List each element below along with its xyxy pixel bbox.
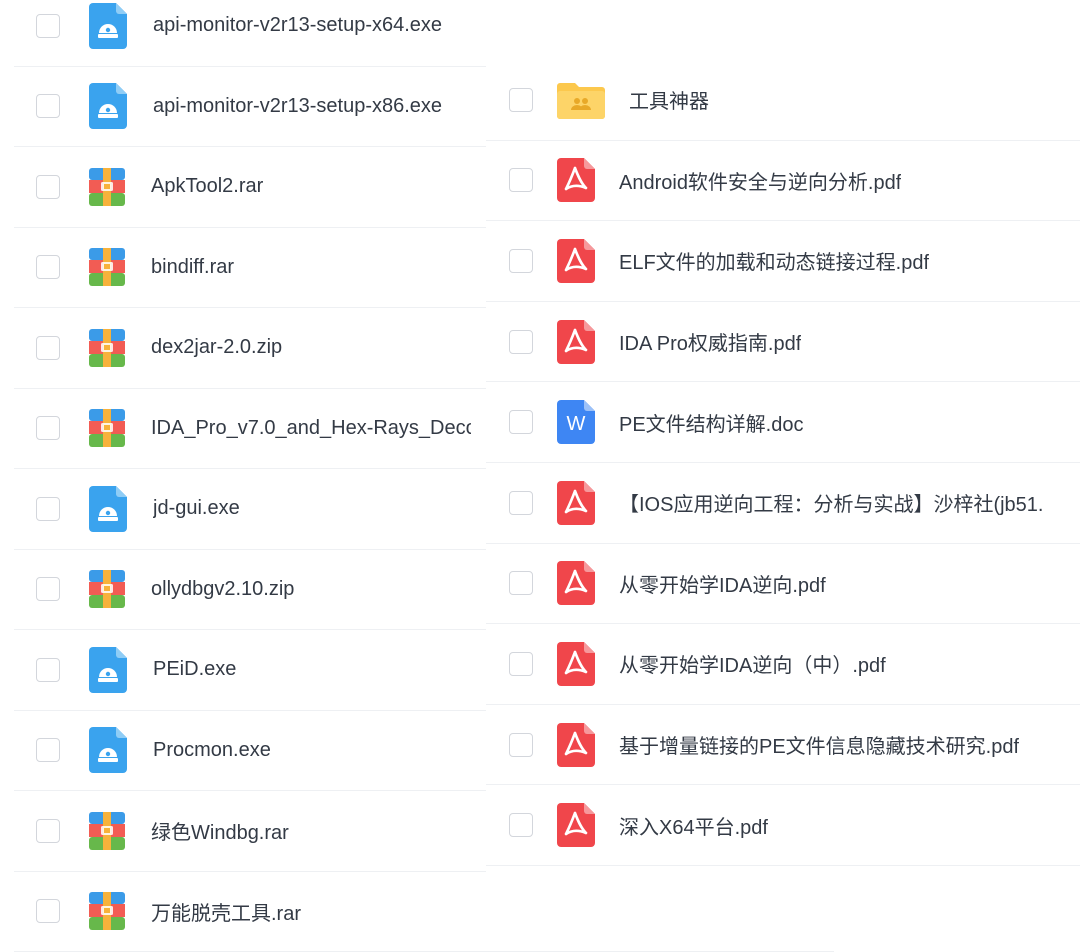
- row-checkbox[interactable]: [36, 899, 60, 923]
- row-checkbox[interactable]: [509, 168, 533, 192]
- file-name[interactable]: 从零开始学IDA逆向.pdf: [619, 569, 826, 598]
- file-name[interactable]: 【IOS应用逆向工程：分析与实战】沙梓社(jb51.: [619, 488, 1043, 517]
- file-name[interactable]: IDA_Pro_v7.0_and_Hex-Rays_Decompiler: [151, 417, 471, 440]
- file-name[interactable]: jd-gui.exe: [153, 497, 240, 520]
- file-name[interactable]: PEiD.exe: [153, 658, 236, 681]
- row-checkbox[interactable]: [36, 497, 60, 521]
- pdf-icon: [557, 561, 595, 605]
- shared-folder-icon: [557, 81, 605, 119]
- file-row[interactable]: 基于增量链接的PE文件信息隐藏技术研究.pdf: [486, 705, 1080, 786]
- archive-icon: [89, 329, 125, 367]
- file-name[interactable]: 绿色Windbg.rar: [151, 816, 289, 845]
- file-name[interactable]: 万能脱壳工具.rar: [151, 897, 301, 926]
- pdf-icon: [557, 158, 595, 202]
- archive-icon: [89, 168, 125, 206]
- right-file-list: 工具神器 Android软件安全与逆向分析.pdf ELF文件的加载和动态链接过…: [486, 60, 1080, 942]
- row-checkbox[interactable]: [509, 491, 533, 515]
- row-checkbox[interactable]: [509, 249, 533, 273]
- exe-installer-icon: [89, 647, 127, 693]
- file-row[interactable]: 从零开始学IDA逆向（中）.pdf: [486, 624, 1080, 705]
- exe-installer-icon: [89, 83, 127, 129]
- row-checkbox[interactable]: [36, 577, 60, 601]
- row-checkbox[interactable]: [509, 813, 533, 837]
- file-row[interactable]: 深入X64平台.pdf: [486, 785, 1080, 866]
- svg-text:W: W: [567, 413, 586, 435]
- file-name[interactable]: ApkTool2.rar: [151, 175, 263, 198]
- file-row[interactable]: 【IOS应用逆向工程：分析与实战】沙梓社(jb51.: [486, 463, 1080, 544]
- pdf-icon: [557, 320, 595, 364]
- file-name[interactable]: 工具神器: [629, 85, 709, 114]
- row-checkbox[interactable]: [36, 658, 60, 682]
- file-name[interactable]: api-monitor-v2r13-setup-x64.exe: [153, 14, 442, 37]
- exe-installer-icon: [89, 3, 127, 49]
- row-checkbox[interactable]: [36, 416, 60, 440]
- file-row[interactable]: W PE文件结构详解.doc: [486, 382, 1080, 463]
- archive-icon: [89, 570, 125, 608]
- row-checkbox[interactable]: [36, 175, 60, 199]
- word-doc-icon: W: [557, 400, 595, 444]
- file-name[interactable]: Procmon.exe: [153, 739, 271, 762]
- pdf-icon: [557, 481, 595, 525]
- file-row[interactable]: 工具神器: [486, 60, 1080, 141]
- row-checkbox[interactable]: [509, 88, 533, 112]
- pdf-icon: [557, 803, 595, 847]
- row-checkbox[interactable]: [36, 738, 60, 762]
- file-name[interactable]: ollydbgv2.10.zip: [151, 578, 294, 601]
- file-name[interactable]: bindiff.rar: [151, 256, 234, 279]
- file-name[interactable]: 深入X64平台.pdf: [619, 811, 768, 840]
- archive-icon: [89, 248, 125, 286]
- row-checkbox[interactable]: [36, 336, 60, 360]
- file-row[interactable]: 从零开始学IDA逆向.pdf: [486, 544, 1080, 625]
- file-row[interactable]: ELF文件的加载和动态链接过程.pdf: [486, 221, 1080, 302]
- file-name[interactable]: ELF文件的加载和动态链接过程.pdf: [619, 246, 929, 275]
- file-row[interactable]: IDA Pro权威指南.pdf: [486, 302, 1080, 383]
- row-checkbox[interactable]: [509, 330, 533, 354]
- row-checkbox[interactable]: [36, 94, 60, 118]
- row-checkbox[interactable]: [509, 410, 533, 434]
- file-name[interactable]: 从零开始学IDA逆向（中）.pdf: [619, 649, 886, 678]
- row-checkbox[interactable]: [36, 255, 60, 279]
- row-checkbox[interactable]: [509, 733, 533, 757]
- file-name[interactable]: 基于增量链接的PE文件信息隐藏技术研究.pdf: [619, 730, 1019, 759]
- file-name[interactable]: Android软件安全与逆向分析.pdf: [619, 166, 901, 195]
- exe-installer-icon: [89, 727, 127, 773]
- pdf-icon: [557, 239, 595, 283]
- archive-icon: [89, 892, 125, 930]
- row-checkbox[interactable]: [509, 571, 533, 595]
- archive-icon: [89, 812, 125, 850]
- file-name[interactable]: IDA Pro权威指南.pdf: [619, 327, 801, 356]
- file-name[interactable]: PE文件结构详解.doc: [619, 408, 803, 437]
- file-name[interactable]: dex2jar-2.0.zip: [151, 336, 282, 359]
- pdf-icon: [557, 723, 595, 767]
- row-checkbox[interactable]: [509, 652, 533, 676]
- exe-installer-icon: [89, 486, 127, 532]
- archive-icon: [89, 409, 125, 447]
- file-name[interactable]: api-monitor-v2r13-setup-x86.exe: [153, 95, 442, 118]
- file-row[interactable]: Android软件安全与逆向分析.pdf: [486, 141, 1080, 222]
- row-checkbox[interactable]: [36, 14, 60, 38]
- pdf-icon: [557, 642, 595, 686]
- row-checkbox[interactable]: [36, 819, 60, 843]
- file-row[interactable]: api-monitor-v2r13-setup-x64.exe: [14, 0, 834, 67]
